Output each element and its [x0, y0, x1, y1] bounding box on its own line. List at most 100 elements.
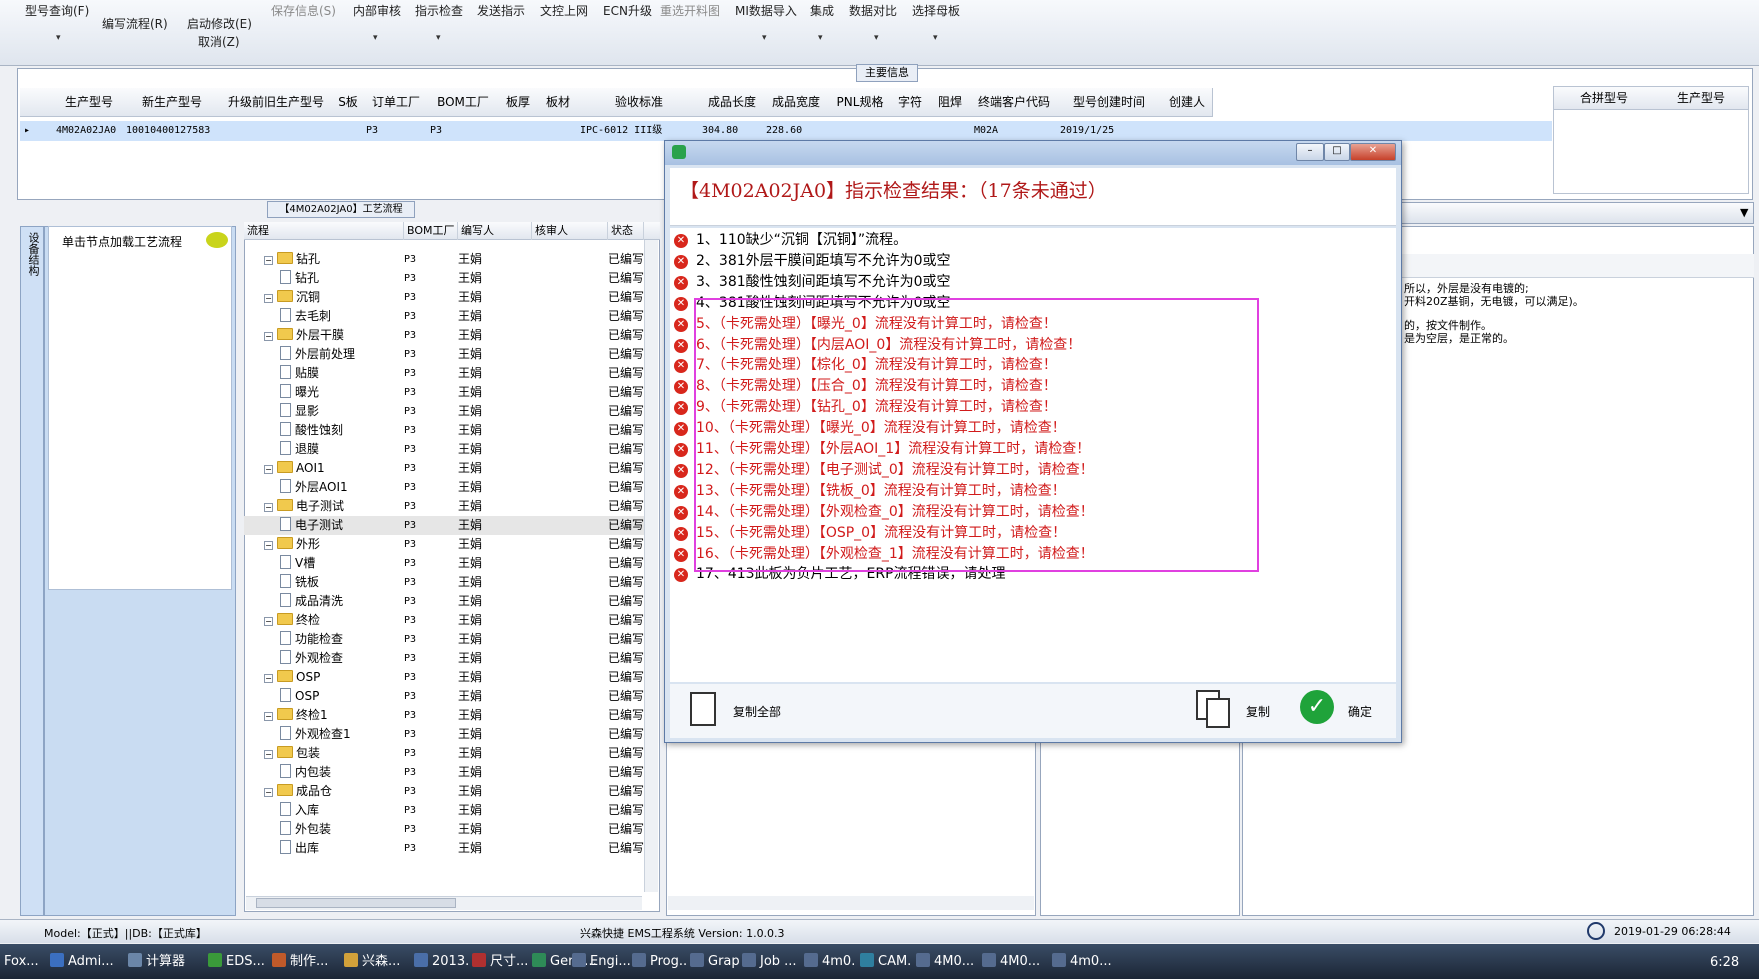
tree-column-header[interactable]: 编写人 [458, 222, 532, 240]
tree-node[interactable]: 外观检查 P3 王娟 已编写 [244, 649, 644, 668]
taskbar-button[interactable]: CAM... [856, 950, 912, 974]
tree-node[interactable]: 显影 P3 王娟 已编写 [244, 402, 644, 421]
scrollbar-thumb[interactable] [256, 898, 456, 908]
copy-all-button[interactable]: 复制全部 [733, 703, 781, 720]
process-tree-tab[interactable]: 【4M02A02JA0】工艺流程 [267, 201, 415, 218]
taskbar-clock[interactable]: 6:28 [1710, 955, 1739, 970]
chevron-down-icon[interactable]: ▾ [762, 33, 767, 43]
select-motherboard-button[interactable]: 选择母板 [912, 2, 960, 19]
tree-node[interactable]: 外层AOI1 P3 王娟 已编写 [244, 478, 644, 497]
taskbar-button[interactable]: 4m0... [800, 950, 856, 974]
collapse-icon[interactable]: − [264, 503, 273, 512]
send-instruction-button[interactable]: 发送指示 [477, 2, 525, 19]
tree-node[interactable]: 成品清洗 P3 王娟 已编写 [244, 592, 644, 611]
column-header[interactable]: 合拼型号 [1554, 87, 1655, 110]
column-header[interactable]: 升级前旧生产型号 [220, 88, 333, 117]
detail-horizontal-scrollbar[interactable] [668, 896, 1034, 910]
chevron-down-icon[interactable]: ▾ [933, 33, 938, 43]
tree-node[interactable]: − 终检 P3 王娟 已编写 [244, 611, 644, 630]
collapse-icon[interactable]: − [264, 541, 273, 550]
collapse-icon[interactable]: − [264, 712, 273, 721]
column-header[interactable]: S板 [332, 88, 365, 117]
collapse-icon[interactable]: − [264, 750, 273, 759]
column-header[interactable]: PNL规格 [828, 88, 893, 117]
collapse-icon[interactable]: − [264, 674, 273, 683]
taskbar-button[interactable]: Grap... [686, 950, 740, 974]
chevron-down-icon[interactable]: ▾ [436, 33, 441, 43]
mi-import-button[interactable]: MI数据导入 [735, 2, 797, 19]
tree-node[interactable]: 外观检查1 P3 王娟 已编写 [244, 725, 644, 744]
tree-node[interactable]: 酸性蚀刻 P3 王娟 已编写 [244, 421, 644, 440]
tree-node[interactable]: − 沉铜 P3 王娟 已编写 [244, 288, 644, 307]
start-modify-button[interactable]: 启动修改(E) [187, 15, 252, 32]
bom-factory-cell[interactable]: P3 [430, 121, 442, 141]
taskbar-button[interactable]: 计算器 [124, 950, 204, 974]
error-message-row[interactable]: ✕ 2、381外层干膜间距填写不允许为0或空 [674, 251, 951, 271]
taskbar-button[interactable]: Admi... [46, 950, 124, 974]
save-info-button[interactable]: 保存信息(S) [271, 2, 336, 19]
model-query-button[interactable]: 型号查询(F) [25, 2, 89, 19]
tree-node[interactable]: 出库 P3 王娟 已编写 [244, 839, 644, 858]
data-compare-button[interactable]: 数据对比 [849, 2, 897, 19]
tree-vertical-scrollbar[interactable] [644, 240, 658, 892]
collapse-icon[interactable]: − [264, 294, 273, 303]
taskbar-button[interactable]: 制作... [268, 950, 340, 974]
column-header[interactable]: 板厚 [498, 88, 539, 117]
column-header[interactable]: 生产型号 [54, 88, 125, 117]
tree-node[interactable]: 退膜 P3 王娟 已编写 [244, 440, 644, 459]
created-cell[interactable]: 2019/1/25 [1060, 121, 1114, 141]
column-header[interactable]: BOM工厂 [428, 88, 499, 117]
prod-no-cell[interactable]: 4M02A02JA0 [56, 121, 116, 141]
tree-node[interactable]: − OSP P3 王娟 已编写 [244, 668, 644, 687]
taskbar-button[interactable]: 兴森... [340, 950, 410, 974]
edit-process-button[interactable]: 编写流程(R) [102, 15, 168, 32]
minimize-icon[interactable]: – [1296, 143, 1324, 161]
tree-node[interactable]: V槽 P3 王娟 已编写 [244, 554, 644, 573]
taskbar-button[interactable]: 尺寸... [468, 950, 528, 974]
tree-column-header[interactable]: 核审人 [532, 222, 608, 240]
chevron-down-icon[interactable]: ▼ [1740, 206, 1748, 219]
column-header[interactable]: 字符 [892, 88, 929, 117]
column-header[interactable]: 成品宽度 [764, 88, 829, 117]
tree-node[interactable]: 曝光 P3 王娟 已编写 [244, 383, 644, 402]
doc-control-online-button[interactable]: 文控上网 [540, 2, 588, 19]
column-header[interactable]: 订单工厂 [364, 88, 429, 117]
taskbar-button[interactable]: 4M0... [912, 950, 974, 974]
chevron-down-icon[interactable]: ▾ [56, 33, 61, 43]
chevron-down-icon[interactable]: ▾ [373, 33, 378, 43]
column-header[interactable]: 板材 [538, 88, 579, 117]
tree-node[interactable]: − 钻孔 P3 王娟 已编写 [244, 250, 644, 269]
tree-node[interactable]: − 电子测试 P3 王娟 已编写 [244, 497, 644, 516]
column-header[interactable]: 生产型号 [1654, 87, 1749, 110]
tree-node[interactable]: 贴膜 P3 王娟 已编写 [244, 364, 644, 383]
side-tab-device-structure[interactable]: 设备结构 [24, 232, 40, 276]
taskbar-button[interactable]: Job ... [738, 950, 798, 974]
tree-node[interactable]: 去毛刺 P3 王娟 已编写 [244, 307, 644, 326]
copy-all-icon[interactable] [690, 692, 716, 726]
tree-node[interactable]: − 外形 P3 王娟 已编写 [244, 535, 644, 554]
tree-node[interactable]: 电子测试 P3 王娟 已编写 [244, 516, 644, 535]
customer-cell[interactable]: M02A [974, 121, 998, 141]
tree-node[interactable]: 钻孔 P3 王娟 已编写 [244, 269, 644, 288]
taskbar-button[interactable]: EDS... [204, 950, 268, 974]
tree-node[interactable]: 铣板 P3 王娟 已编写 [244, 573, 644, 592]
ecn-upgrade-button[interactable]: ECN升级 [603, 2, 652, 19]
column-header[interactable]: 型号创建时间 [1056, 88, 1163, 117]
taskbar-button[interactable]: Fox... [0, 950, 46, 974]
collapse-icon[interactable]: − [264, 788, 273, 797]
chevron-down-icon[interactable]: ▾ [874, 33, 879, 43]
taskbar-button[interactable]: Prog... [628, 950, 688, 974]
width-cell[interactable]: 228.60 [766, 121, 802, 141]
taskbar-button[interactable]: 2013... [410, 950, 468, 974]
main-info-tab[interactable]: 主要信息 [856, 64, 918, 82]
cancel-button[interactable]: 取消(Z) [198, 33, 240, 50]
chevron-down-icon[interactable]: ▾ [818, 33, 823, 43]
tree-node[interactable]: 入库 P3 王娟 已编写 [244, 801, 644, 820]
error-message-row[interactable]: ✕ 1、110缺少“沉铜【沉铜】”流程。 [674, 230, 907, 250]
tree-node[interactable]: OSP P3 王娟 已编写 [244, 687, 644, 706]
reselect-cutting-button[interactable]: 重选开料图 [660, 2, 720, 19]
tree-column-header[interactable]: 流程 [244, 222, 404, 240]
column-header[interactable]: 创建人 [1162, 88, 1213, 117]
dialog-titlebar[interactable] [665, 141, 1401, 165]
tree-column-header[interactable]: 状态 [608, 222, 644, 240]
